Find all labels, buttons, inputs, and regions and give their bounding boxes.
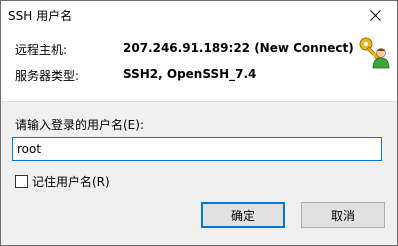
window-title: SSH 用户名 [8,9,73,23]
remote-host-label: 远程主机: [15,43,68,57]
connection-info-panel: 远程主机: 207.246.91.189:22 (New Connect) 服务… [1,30,397,102]
remote-host-value: 207.246.91.189:22 (New Connect) [123,41,354,55]
server-type-label: 服务器类型: [15,69,80,83]
close-button[interactable] [353,1,397,30]
ok-button[interactable]: 确定 [201,202,285,228]
title-bar: SSH 用户名 [1,1,397,30]
keys-user-icon [359,37,390,69]
remember-username-checkbox[interactable]: 记住用户名(R) [15,173,110,190]
username-input[interactable] [12,137,382,161]
remember-username-label: 记住用户名(R) [32,175,110,189]
cancel-button[interactable]: 取消 [301,202,385,228]
checkbox-box[interactable] [15,175,28,188]
ssh-username-dialog: SSH 用户名 远程主机: 207.246.91.189:22 (New Con… [0,0,398,246]
close-icon [369,10,381,21]
server-type-value: SSH2, OpenSSH_7.4 [123,67,257,81]
username-prompt: 请输入登录的用户名(E): [15,118,144,132]
